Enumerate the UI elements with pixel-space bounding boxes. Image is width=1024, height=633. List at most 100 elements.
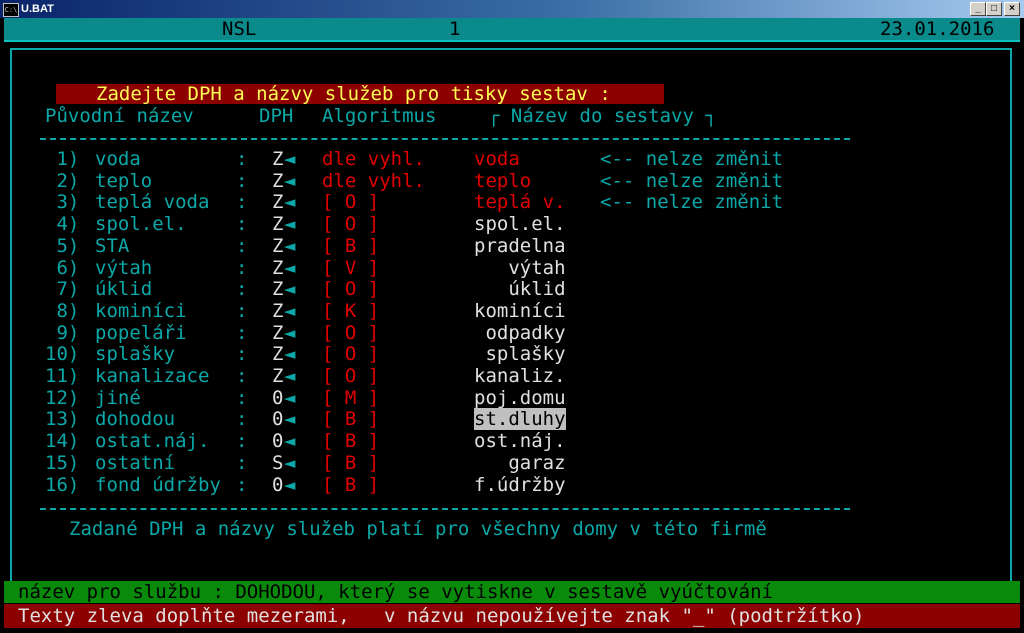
dph-arrow-icon: ◄ [284, 474, 296, 496]
row-algorithm-field[interactable]: [ O ] [322, 191, 379, 213]
row-dph-field[interactable]: 0 [272, 430, 283, 452]
row-dph-field[interactable]: 0 [272, 474, 283, 496]
row-algorithm-field[interactable]: [ M ] [322, 387, 379, 409]
dph-arrow-icon: ◄ [284, 257, 296, 279]
row-separator: : [236, 408, 248, 430]
dph-arrow-icon: ◄ [284, 430, 296, 452]
row-original-name: úklid [95, 278, 153, 300]
dph-arrow-icon: ◄ [284, 213, 296, 235]
row-separator: : [236, 387, 248, 409]
col-header-dph: DPH [259, 105, 294, 127]
row-number: 6) [45, 257, 80, 279]
row-print-name-field[interactable]: pradelna [474, 235, 566, 257]
separator-bottom [40, 508, 850, 510]
row-original-name: ostatní [95, 452, 176, 474]
row-dph-field[interactable]: Z [272, 300, 283, 322]
row-print-name-field[interactable]: garaz [474, 452, 565, 474]
status-date: 23.01.2016 [880, 18, 995, 40]
row-print-name-field[interactable]: odpadky [474, 322, 565, 344]
row-algorithm-field[interactable]: [ B ] [322, 452, 379, 474]
row-print-name-field[interactable]: výtah [474, 257, 565, 279]
row-print-name-field[interactable]: st.dluhy [474, 408, 566, 430]
row-print-name-field[interactable]: teplo [474, 170, 531, 192]
dph-arrow-icon: ◄ [284, 278, 296, 300]
row-print-name-field[interactable]: f.údržby [474, 474, 566, 496]
row-dph-field[interactable]: Z [272, 322, 283, 344]
row-original-name: teplá voda [95, 191, 210, 213]
dph-arrow-icon: ◄ [284, 235, 296, 257]
row-separator: : [236, 170, 248, 192]
row-dph-field[interactable]: Z [272, 343, 283, 365]
row-algorithm-field[interactable]: [ B ] [322, 430, 379, 452]
row-separator: : [236, 343, 248, 365]
row-algorithm-field[interactable]: [ B ] [322, 474, 379, 496]
row-dph-field[interactable]: Z [272, 191, 283, 213]
row-print-name-field[interactable]: poj.domu [474, 387, 566, 409]
row-dph-field[interactable]: S [272, 452, 283, 474]
help-text: Texty zleva doplňte mezerami, v názvu ne… [18, 605, 865, 627]
row-separator: : [236, 474, 248, 496]
console-area: NSL 1 23.01.2016 Zadejte DPH a názvy slu… [4, 18, 1020, 633]
row-separator: : [236, 148, 248, 170]
row-number: 4) [45, 213, 80, 235]
row-separator: : [236, 430, 248, 452]
row-original-name: fond údržby [95, 474, 221, 496]
row-print-name-field[interactable]: kanaliz. [474, 365, 566, 387]
col-header-name: Původní název [45, 105, 194, 127]
row-algorithm-field[interactable]: [ V ] [322, 257, 379, 279]
row-number: 14) [45, 430, 80, 452]
row-print-name-field[interactable]: ost.náj. [474, 430, 566, 452]
row-separator: : [236, 235, 248, 257]
row-algorithm-field[interactable]: dle vyhl. [322, 170, 425, 192]
row-dph-field[interactable]: 0 [272, 387, 283, 409]
row-algorithm-field[interactable]: [ O ] [322, 365, 379, 387]
dph-arrow-icon: ◄ [284, 408, 296, 430]
row-number: 3) [45, 191, 80, 213]
row-dph-field[interactable]: 0 [272, 408, 283, 430]
row-algorithm-field[interactable]: dle vyhl. [322, 148, 425, 170]
dph-arrow-icon: ◄ [284, 365, 296, 387]
row-original-name: kanalizace [95, 365, 210, 387]
row-algorithm-field[interactable]: [ B ] [322, 235, 379, 257]
row-original-name: výtah [95, 257, 153, 279]
row-print-name-field[interactable]: teplá v. [474, 191, 566, 213]
separator-top [40, 138, 850, 140]
row-dph-field[interactable]: Z [272, 278, 283, 300]
row-separator: : [236, 257, 248, 279]
row-separator: : [236, 365, 248, 387]
row-locked-note: <-- nelze změnit [600, 191, 784, 213]
row-print-name-field[interactable]: spol.el. [474, 213, 566, 235]
form-heading: Zadejte DPH a názvy služeb pro tisky ses… [96, 83, 611, 105]
row-print-name-field[interactable]: úklid [474, 278, 565, 300]
row-number: 15) [45, 452, 80, 474]
row-number: 12) [45, 387, 80, 409]
row-algorithm-field[interactable]: [ K ] [322, 300, 379, 322]
row-dph-field[interactable]: Z [272, 365, 283, 387]
row-algorithm-field[interactable]: [ O ] [322, 278, 379, 300]
row-print-name-field[interactable]: splašky [474, 343, 565, 365]
dph-arrow-icon: ◄ [284, 322, 296, 344]
row-dph-field[interactable]: Z [272, 148, 283, 170]
row-algorithm-field[interactable]: [ B ] [322, 408, 379, 430]
row-dph-field[interactable]: Z [272, 170, 283, 192]
row-dph-field[interactable]: Z [272, 235, 283, 257]
row-separator: : [236, 300, 248, 322]
row-print-name-field[interactable]: voda [474, 148, 520, 170]
row-original-name: voda [95, 148, 141, 170]
minimize-button[interactable]: _ [970, 2, 986, 16]
footer-note: Zadané DPH a názvy služeb platí pro všec… [69, 518, 767, 540]
dph-arrow-icon: ◄ [284, 300, 296, 322]
row-print-name-field[interactable]: kominíci [474, 300, 566, 322]
row-dph-field[interactable]: Z [272, 257, 283, 279]
row-number: 8) [45, 300, 80, 322]
row-number: 16) [45, 474, 80, 496]
row-algorithm-field[interactable]: [ O ] [322, 343, 379, 365]
row-algorithm-field[interactable]: [ O ] [322, 322, 379, 344]
row-number: 2) [45, 170, 80, 192]
row-original-name: splašky [95, 343, 176, 365]
close-button[interactable]: × [1004, 2, 1020, 16]
row-dph-field[interactable]: Z [272, 213, 283, 235]
row-algorithm-field[interactable]: [ O ] [322, 213, 379, 235]
maximize-button[interactable]: □ [986, 2, 1002, 16]
row-number: 1) [45, 148, 80, 170]
